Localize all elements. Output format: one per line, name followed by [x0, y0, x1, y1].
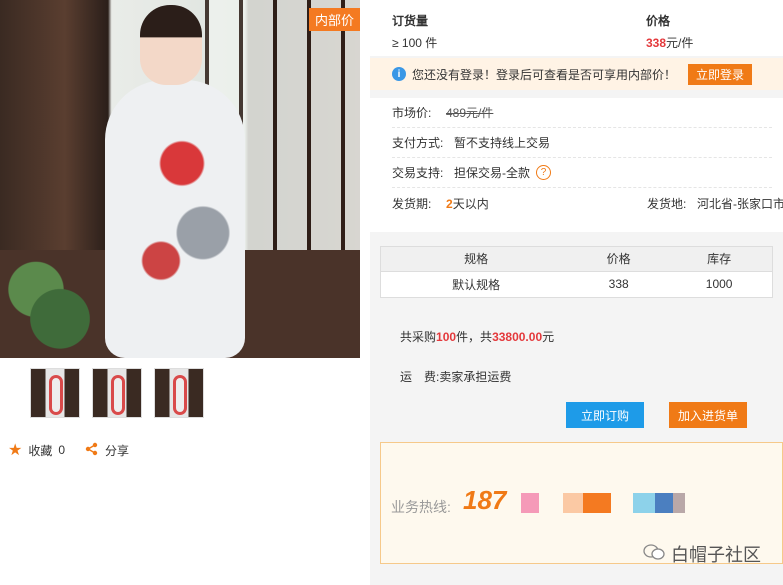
spec-header: 规格: [381, 247, 572, 272]
redaction-block: [563, 493, 583, 513]
purchase-panel: 订货量 价格 ≥ 100 件 338元/件 i 您还没有登录！登录后可查看是否可…: [370, 0, 783, 585]
hotline-number: 187: [463, 485, 507, 515]
star-icon: ★: [8, 442, 23, 459]
trade-support-value: 担保交易-全款: [454, 166, 530, 180]
total-summary: 共采购100件，共33800.00元: [400, 330, 555, 344]
hotline-label: 业务热线:: [391, 499, 451, 515]
thumbnail-2[interactable]: [92, 368, 142, 418]
help-icon[interactable]: ?: [536, 165, 551, 180]
product-actions: ★ 收藏 0 分享: [8, 440, 129, 460]
add-to-cart-button[interactable]: 加入进货单: [669, 402, 747, 428]
table-row[interactable]: 默认规格 338 1000: [381, 271, 772, 297]
favorite-label: 收藏: [28, 443, 53, 458]
watermark: 白帽子社区: [643, 541, 761, 567]
redaction-block: [633, 493, 655, 513]
favorite-count: 0: [58, 443, 66, 457]
order-summary: 订货量 价格 ≥ 100 件 338元/件: [370, 0, 783, 56]
shipping-fee: 运 费:卖家承担运费: [400, 370, 512, 384]
redaction-block: [521, 493, 539, 513]
login-notice: i 您还没有登录！登录后可查看是否可享用内部价！ 立即登录: [370, 58, 783, 90]
qty-header: 订货量: [392, 14, 429, 28]
qty-value: ≥ 100 件: [392, 36, 438, 50]
spec-table: 规格 价格 库存 默认规格 338 1000: [380, 246, 773, 298]
market-price-row: 市场价: 489元/件: [392, 98, 772, 128]
payment-value: 暂不支持线上交易: [454, 136, 551, 150]
origin-label: 发货地:: [647, 196, 687, 211]
stock-col-header: 库存: [666, 247, 772, 272]
share-label: 分享: [105, 443, 130, 458]
business-hotline: 业务热线: 187 白帽子社区: [380, 442, 783, 567]
main-product-image[interactable]: 内部价: [0, 0, 360, 358]
redaction-block: [673, 493, 685, 513]
product-gallery: 内部价 ★ 收藏 0 分享: [0, 0, 370, 585]
shipping-row: 发货期: 2天以内 发货地: 河北省-张家口市: [392, 196, 783, 211]
price-header: 价格: [646, 14, 671, 28]
trade-support-row: 交易支持: 担保交易-全款 ?: [392, 158, 772, 188]
thumbnail-1[interactable]: [30, 368, 80, 418]
product-properties: 市场价: 489元/件 支付方式: 暂不支持线上交易 交易支持: 担保交易-全款…: [370, 98, 783, 232]
payment-row: 支付方式: 暂不支持线上交易: [392, 128, 772, 158]
order-totals: 共采购100件，共33800.00元 运 费:卖家承担运费 立即订购 加入进货单: [370, 304, 783, 432]
share-button[interactable]: 分享: [85, 442, 129, 459]
thumbnail-strip: [30, 368, 204, 418]
buy-now-button[interactable]: 立即订购: [566, 402, 644, 428]
redaction-block: [655, 493, 673, 513]
login-button[interactable]: 立即登录: [688, 63, 753, 85]
info-icon: i: [392, 67, 406, 81]
internal-price-badge: 内部价: [308, 8, 360, 31]
wechat-icon: [643, 543, 665, 566]
price-value: 338元/件: [646, 36, 694, 50]
price-col-header: 价格: [571, 247, 667, 272]
market-price: 489元/件: [446, 106, 494, 120]
origin-value: 河北省-张家口市: [697, 196, 783, 211]
thumbnail-3[interactable]: [154, 368, 204, 418]
redaction-block: [583, 493, 611, 513]
share-icon: [85, 442, 99, 459]
login-notice-text: 您还没有登录！登录后可查看是否可享用内部价！: [412, 67, 677, 82]
ship-time: 2天以内: [446, 196, 489, 211]
favorite-button[interactable]: ★ 收藏 0: [8, 440, 65, 460]
